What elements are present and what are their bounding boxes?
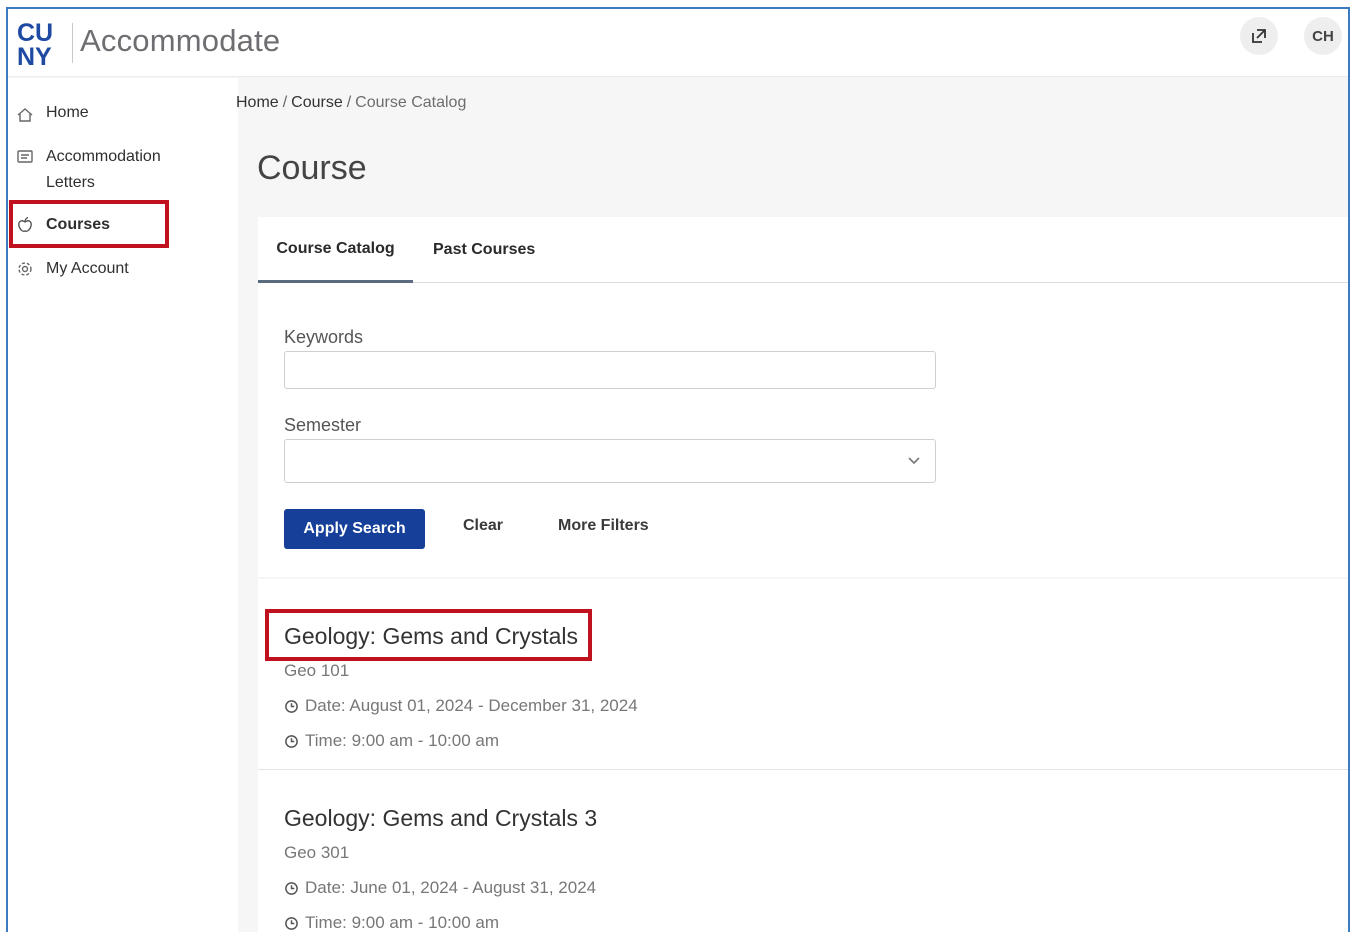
external-link-button[interactable]	[1240, 17, 1278, 55]
course-title[interactable]: Geology: Gems and Crystals 3	[284, 805, 597, 832]
clock-icon	[285, 881, 298, 895]
sidebar-item-label: My Account	[46, 260, 129, 277]
app-title: Accommodate	[80, 23, 281, 58]
breadcrumb-home[interactable]: Home	[236, 94, 279, 111]
tab-course-catalog[interactable]: Course Catalog	[258, 217, 413, 283]
letter-icon	[17, 150, 33, 163]
course-time: Time: 9:00 am - 10:00 am	[284, 913, 499, 932]
course-date: Date: June 01, 2024 - August 31, 2024	[284, 878, 596, 898]
logo-divider	[72, 23, 73, 63]
course-date-text: Date: August 01, 2024 - December 31, 202…	[305, 696, 638, 715]
course-date-text: Date: June 01, 2024 - August 31, 2024	[305, 878, 597, 897]
logo-text-bottom: NY	[17, 43, 52, 67]
course-time-text: Time: 9:00 am - 10:00 am	[305, 913, 500, 932]
tab-past-courses[interactable]: Past Courses	[433, 217, 535, 283]
user-avatar[interactable]: CH	[1304, 17, 1342, 55]
sidebar-item-label: Accommodation	[46, 148, 161, 165]
course-date: Date: August 01, 2024 - December 31, 202…	[284, 696, 638, 716]
clear-button[interactable]: Clear	[463, 517, 503, 535]
tab-bar: Course Catalog Past Courses	[258, 217, 1348, 283]
list-divider	[258, 769, 1348, 770]
sidebar-nav: Home Accommodation Letters Courses My Ac…	[8, 78, 238, 932]
keywords-input[interactable]	[284, 351, 936, 389]
page-title: Course	[257, 149, 367, 187]
breadcrumb: Home / Course / Course Catalog	[236, 94, 467, 111]
external-link-icon	[1252, 29, 1266, 43]
clock-icon	[285, 916, 298, 930]
courses-highlight-box	[9, 200, 169, 248]
app-window: CU NY Accommodate CH Home Accommodation	[6, 7, 1350, 932]
search-card: Course Catalog Past Courses Keywords Sem…	[258, 217, 1348, 577]
clock-icon	[285, 734, 298, 748]
home-icon	[17, 108, 33, 122]
more-filters-button[interactable]: More Filters	[558, 517, 649, 535]
chevron-down-icon	[908, 457, 920, 465]
clock-icon	[285, 699, 298, 713]
semester-label: Semester	[284, 415, 362, 435]
course-title-highlight-box	[265, 609, 592, 661]
breadcrumb-current: Course Catalog	[355, 94, 467, 111]
semester-select[interactable]	[284, 439, 936, 483]
course-results-list: Geology: Gems and Crystals Geo 101 Date:…	[258, 579, 1348, 932]
course-code: Geo 101	[284, 661, 350, 680]
course-time-text: Time: 9:00 am - 10:00 am	[305, 731, 500, 750]
sidebar-item-label-line2: Letters	[46, 174, 95, 191]
apply-search-button[interactable]: Apply Search	[284, 509, 425, 549]
top-header: CU NY Accommodate CH	[8, 9, 1348, 77]
gear-icon	[18, 262, 32, 276]
breadcrumb-course[interactable]: Course	[291, 94, 343, 111]
cuny-logo[interactable]: CU NY	[16, 19, 68, 67]
sidebar-item-label: Home	[46, 104, 89, 121]
keywords-label: Keywords	[284, 327, 364, 347]
course-time: Time: 9:00 am - 10:00 am	[284, 731, 499, 751]
course-code: Geo 301	[284, 843, 350, 862]
